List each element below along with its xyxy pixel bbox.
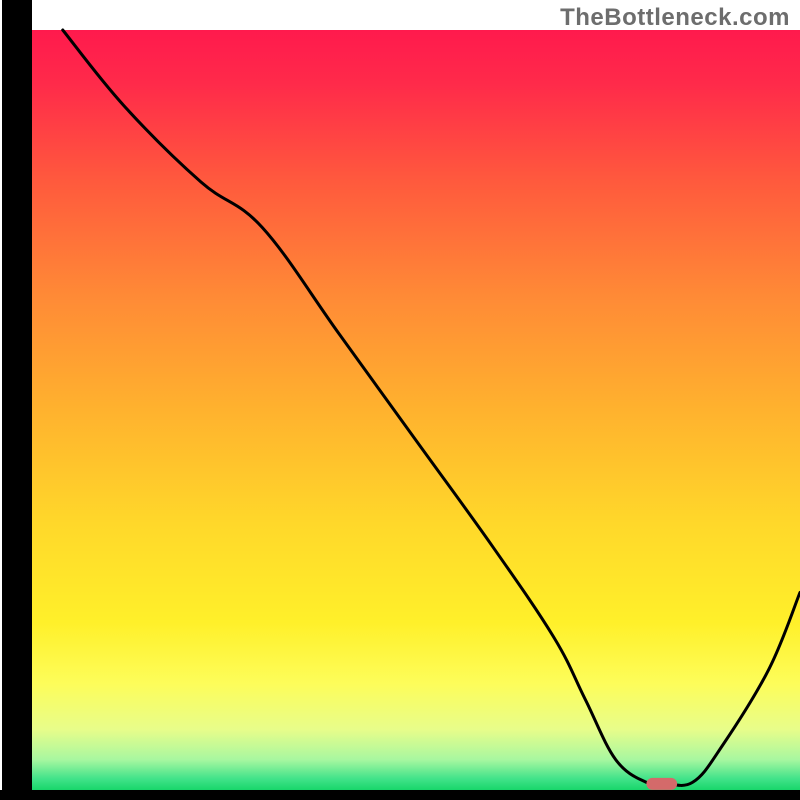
plot-background <box>32 30 800 790</box>
y-axis <box>2 0 32 800</box>
bottleneck-chart: TheBottleneck.com <box>0 0 800 800</box>
optimal-marker <box>646 778 677 790</box>
watermark-text: TheBottleneck.com <box>560 4 790 32</box>
x-axis <box>0 790 800 800</box>
chart-svg <box>0 0 800 800</box>
